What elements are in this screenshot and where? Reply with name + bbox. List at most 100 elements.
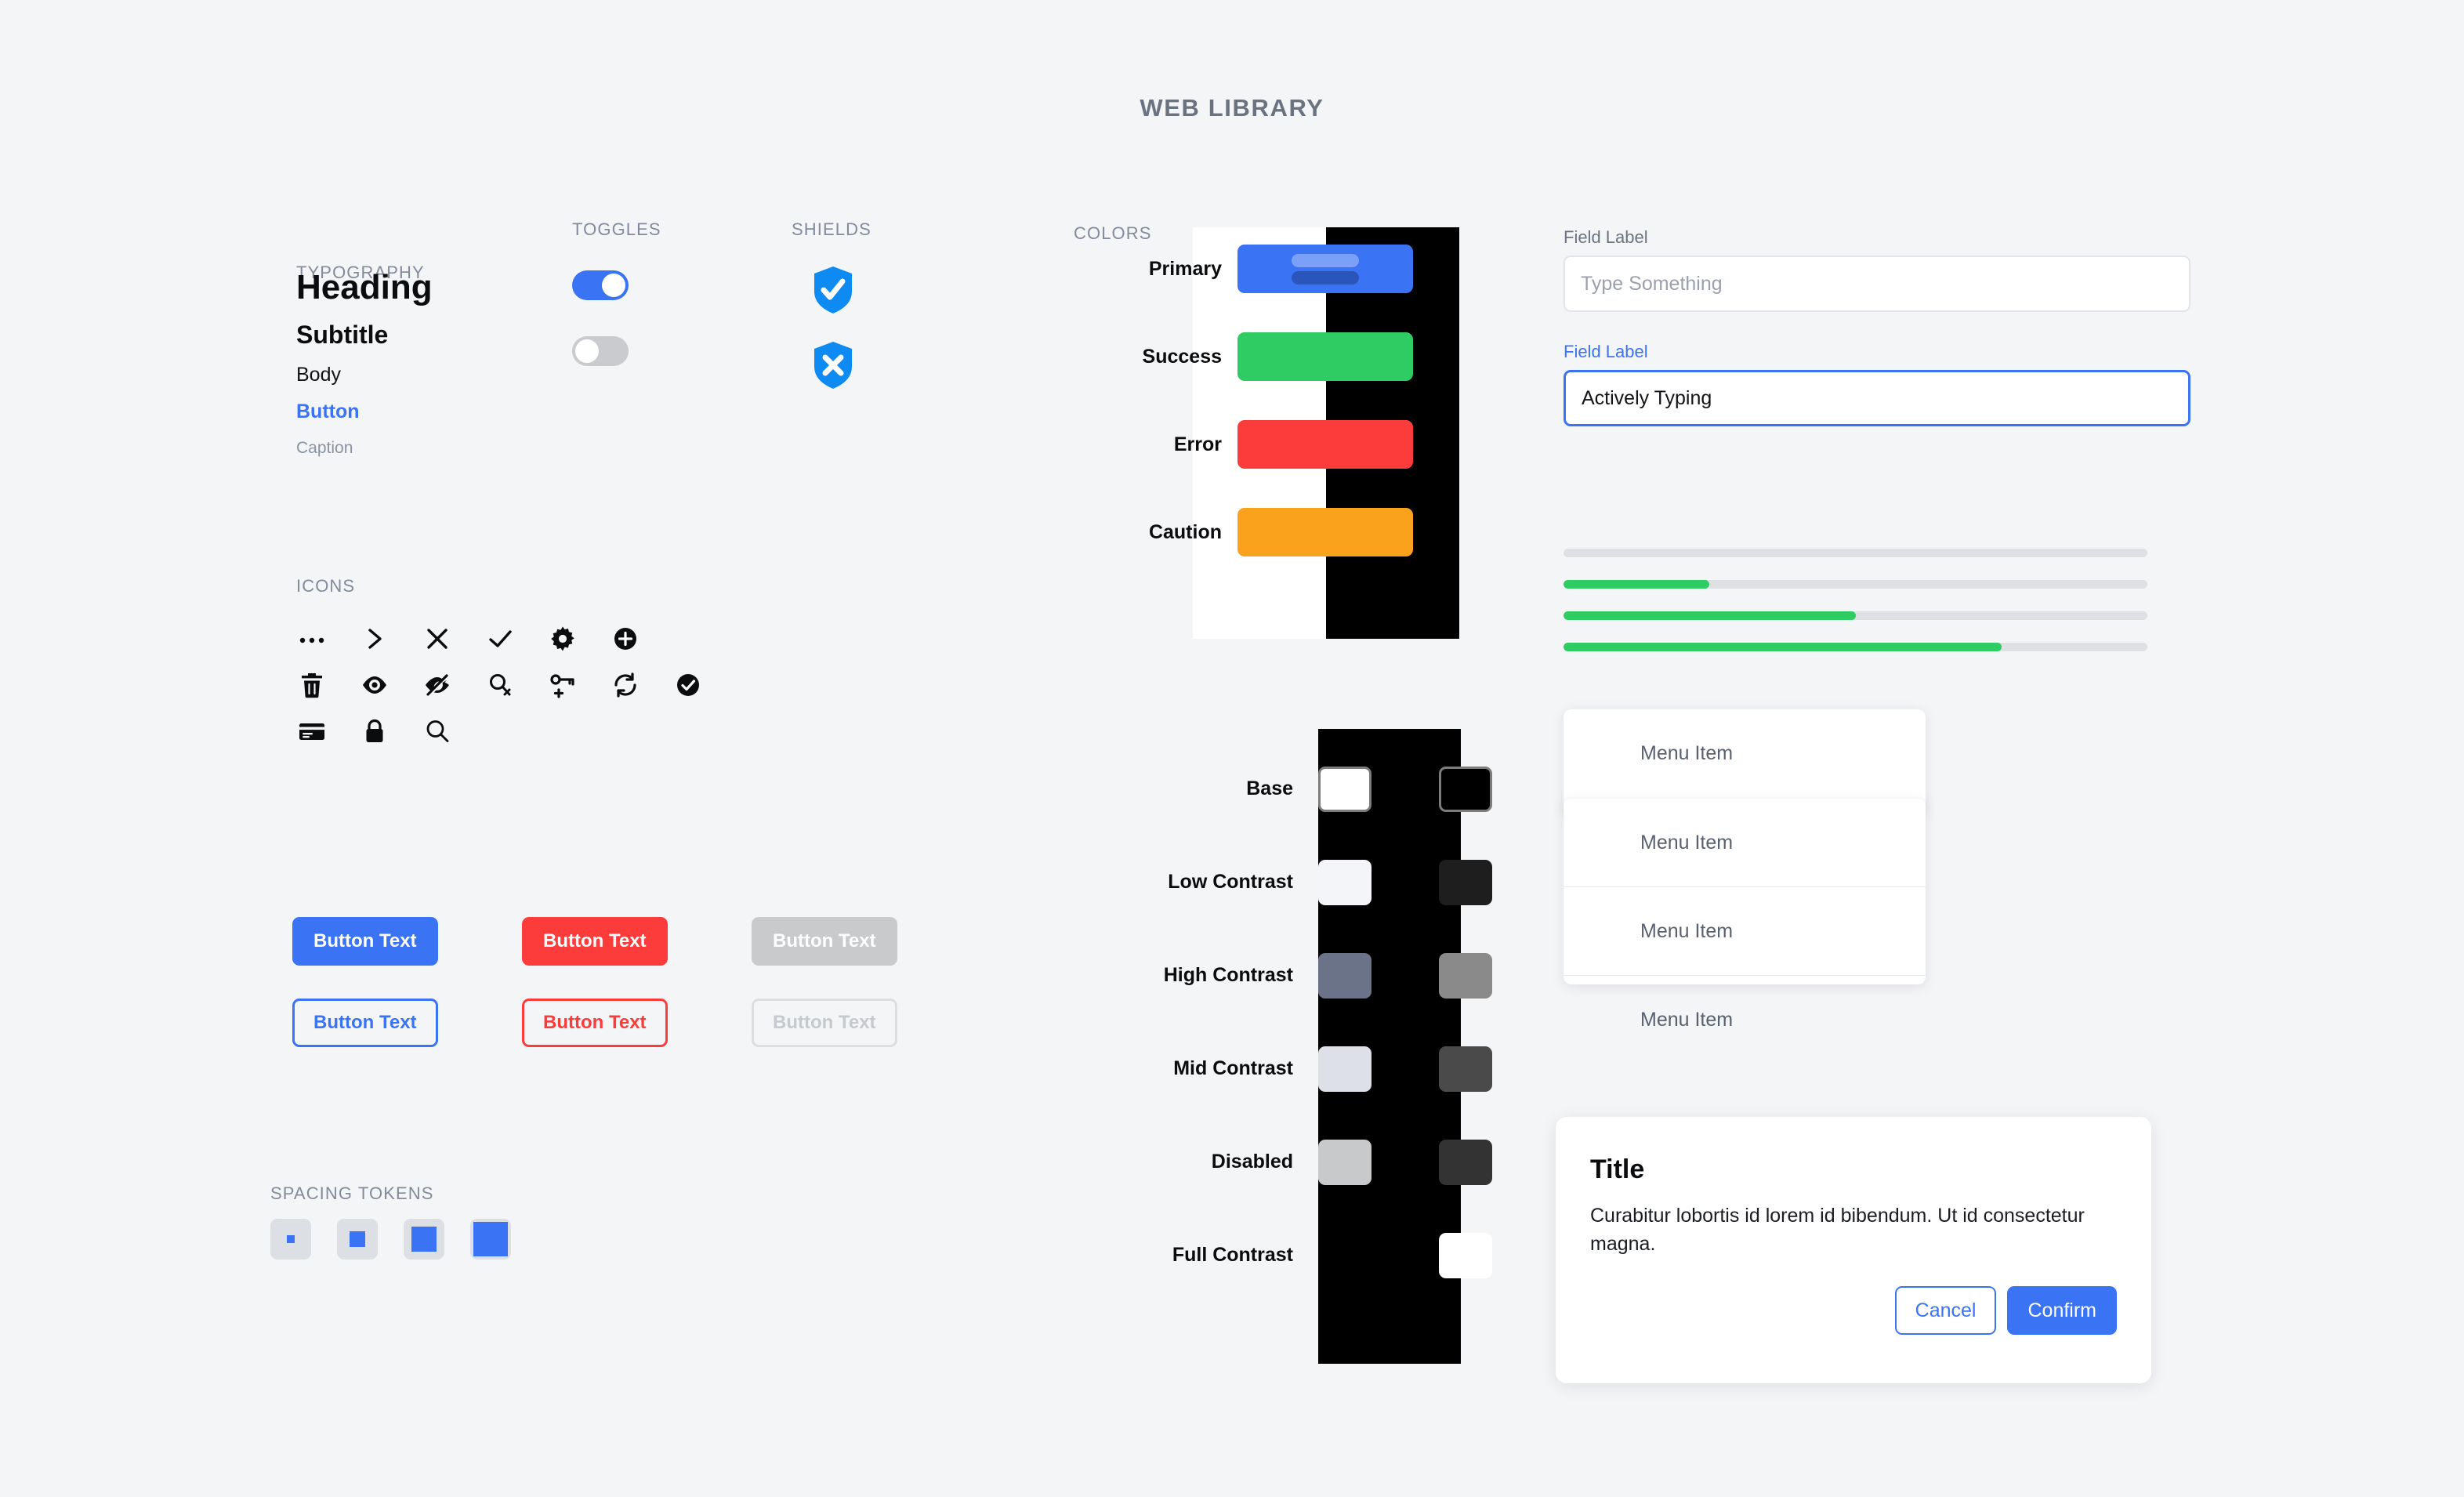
progress-bar-3 (1564, 643, 2147, 651)
dialog-actions: Cancel Confirm (1894, 1286, 2117, 1335)
menu-item[interactable]: Menu Item (1564, 709, 1926, 797)
button-outline-error[interactable]: Button Text (522, 999, 668, 1047)
dialog-title: Title (1590, 1154, 1645, 1184)
check-circle-icon[interactable] (672, 669, 704, 701)
progress-bar-1 (1564, 580, 2147, 589)
field-label-focused: Field Label (1564, 342, 1648, 361)
plus-circle-icon[interactable] (610, 623, 641, 654)
icon-row-1 (296, 623, 704, 654)
type-specimen-button[interactable]: Button (296, 402, 433, 422)
field-label-default: Field Label (1564, 227, 1648, 247)
contrast-chip-light (1318, 860, 1372, 905)
progress-bar-0 (1564, 549, 2147, 557)
text-input-default[interactable] (1564, 256, 2190, 312)
contrast-row: Base (972, 760, 1492, 817)
color-swatch-primary: Primary (1149, 245, 1413, 293)
design-system-canvas: WEB LIBRARY TYPOGRAPHY Heading Subtitle … (0, 0, 2464, 1497)
contrast-row: Low Contrast (972, 854, 1492, 910)
shield-check-icon (811, 265, 855, 319)
menu-card-front: Menu Item Menu Item Menu Item (1564, 799, 1926, 1031)
key-plus-icon[interactable] (547, 669, 578, 701)
cancel-button[interactable]: Cancel (1894, 1286, 1997, 1335)
spacing-token-xs (270, 1219, 311, 1260)
spacing-tokens-group (270, 1219, 511, 1260)
button-filled-primary[interactable]: Button Text (292, 917, 438, 966)
contrast-row-label: Mid Contrast (1173, 1057, 1293, 1079)
field-group-default: Field Label (1564, 227, 2190, 312)
confirm-button[interactable]: Confirm (2007, 1286, 2117, 1335)
toggle-switch-on[interactable] (572, 270, 629, 300)
check-icon[interactable] (484, 623, 516, 654)
lock-icon[interactable] (359, 716, 390, 747)
contrast-row-label: High Contrast (1163, 964, 1293, 986)
toggle-knob (575, 339, 599, 363)
contrast-row: Mid Contrast (972, 1040, 1492, 1096)
contrast-canvas: Base Low Contrast High Contrast Mid Contras… (972, 729, 1492, 1364)
progress-bar-fill (1564, 643, 2002, 651)
refresh-icon[interactable] (610, 669, 641, 701)
progress-bar-fill (1564, 580, 1710, 589)
menu-item[interactable]: Menu Item (1564, 887, 1926, 975)
chevron-right-icon[interactable] (359, 623, 390, 654)
section-label-shields: SHIELDS (792, 219, 871, 239)
type-specimen-heading: Heading (296, 268, 433, 306)
contrast-row-label: Disabled (1211, 1151, 1293, 1173)
color-shade-light (1292, 253, 1359, 267)
color-shade-dark (1292, 270, 1359, 285)
contrast-chip-dark (1439, 1233, 1492, 1278)
toggle-knob (602, 274, 625, 297)
colors-panel: Primary Success Error Caution (1074, 227, 1459, 639)
menu-item[interactable]: Menu Item (1564, 799, 1926, 886)
progress-bars-group (1564, 549, 2147, 674)
colors-canvas: Primary Success Error Caution (1143, 227, 1459, 639)
search-plus-icon[interactable] (484, 669, 516, 701)
spacing-token-swatch (411, 1227, 437, 1252)
search-icon[interactable] (422, 716, 453, 747)
gear-icon[interactable] (547, 623, 578, 654)
menu-card-back: Menu Item (1564, 709, 1926, 813)
contrast-chip-dark (1439, 1046, 1492, 1092)
trash-icon[interactable] (296, 669, 328, 701)
color-row-label: Success (1142, 345, 1222, 368)
contrast-row-label: Base (1246, 777, 1293, 799)
icon-gallery (296, 623, 704, 762)
contrast-row-label: Low Contrast (1168, 871, 1293, 893)
toggle-switch-off[interactable] (572, 336, 629, 366)
contrast-chip-dark (1439, 767, 1492, 812)
dialog-body: Curabitur lobortis id lorem id bibendum.… (1590, 1205, 2085, 1255)
contrast-row: Disabled (972, 1133, 1492, 1190)
buttons-gallery: Button Text Button Text Button Text Butt… (292, 917, 981, 1047)
contrast-row: High Contrast (972, 947, 1492, 1003)
eye-icon[interactable] (359, 669, 390, 701)
credit-card-icon[interactable] (296, 716, 328, 747)
shield-x-icon (811, 340, 855, 394)
contrast-chip-light (1318, 1046, 1372, 1092)
button-outline-primary[interactable]: Button Text (292, 999, 438, 1047)
eye-off-icon[interactable] (422, 669, 453, 701)
more-horizontal-icon[interactable] (296, 623, 328, 654)
contrast-chip-light (1318, 953, 1372, 999)
contrast-chip-light (1318, 1140, 1372, 1185)
spacing-token-swatch (350, 1231, 365, 1247)
color-row-label: Error (1173, 433, 1222, 455)
section-label-icons: ICONS (296, 576, 356, 596)
contrast-chip-light (1318, 767, 1372, 812)
shields-group (811, 265, 855, 415)
contrast-row: Full Contrast (972, 1227, 1492, 1283)
contrast-row-label: Full Contrast (1172, 1244, 1293, 1266)
button-filled-error[interactable]: Button Text (522, 917, 668, 966)
spacing-token-sm (337, 1219, 378, 1260)
field-group-focused: Field Label (1564, 342, 2190, 426)
page-title: WEB LIBRARY (1140, 94, 1324, 121)
button-row-filled: Button Text Button Text Button Text (292, 917, 981, 966)
type-specimen-body: Body (296, 364, 341, 386)
text-input-focused[interactable] (1564, 370, 2190, 426)
menu-stack: Menu Item Menu Item Menu Item Menu Item (1564, 709, 1932, 1070)
components-column: Field Label Field Label (1564, 227, 2190, 456)
color-row-label: Primary (1148, 257, 1222, 280)
progress-bar-2 (1564, 611, 2147, 620)
contrast-chip-light (1318, 1233, 1372, 1278)
toggles-group (572, 270, 629, 402)
menu-item[interactable]: Menu Item (1564, 976, 1926, 1064)
close-x-icon[interactable] (422, 623, 453, 654)
